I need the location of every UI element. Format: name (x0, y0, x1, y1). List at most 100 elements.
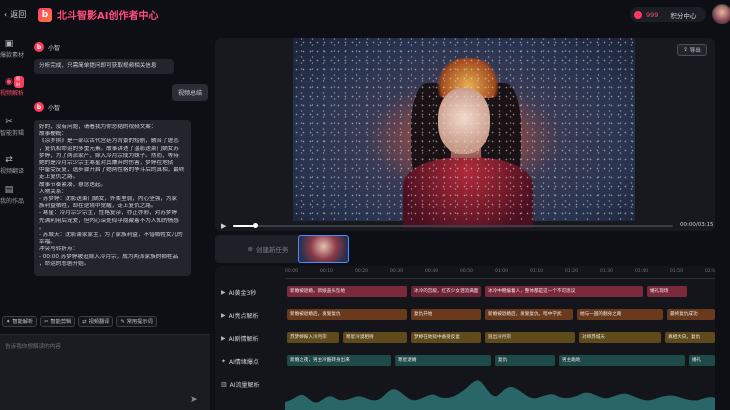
timeline-clip[interactable]: 新婚被退婚，新娘盖头坠地 (287, 286, 407, 297)
timeline-clip[interactable]: 梦婷在地狱中备受反复 (411, 332, 481, 343)
summary-line: 中备受反复，逃步骤开启了她两性格的争斗后的真相，最终 (39, 167, 185, 174)
ruler-tick: 01:20 (565, 269, 578, 274)
track-label[interactable]: ▶ AI剧情解析 (221, 334, 259, 343)
sidebar-item-media[interactable]: ▣ 爆款素材 (0, 38, 24, 64)
sidebar-item-label: 视频翻译 (0, 168, 24, 175)
progress-knob[interactable] (253, 223, 258, 228)
bot-avatar-icon: b (34, 42, 44, 52)
summary-line: ，命运的悲剧开始。 (39, 260, 90, 267)
quick-smart-edit-button[interactable]: ✂ 智能剪辑 (40, 316, 76, 327)
timeline-clip[interactable]: 对峙苏城天 (579, 332, 661, 343)
summary-line: ，复仇和命运的多重元素。故事讲述了温影送萧门嫡女苏 (39, 145, 179, 152)
track-label[interactable]: ▶ AI黄金3秒 (221, 288, 256, 297)
quick-action-label: 智能解析 (12, 319, 34, 325)
media-icon: ▣ (4, 39, 14, 49)
sidebar-item-analysis[interactable]: ◉ 限时 视频解析 (0, 76, 24, 102)
ruler-tick: 01:00 (495, 269, 508, 274)
video-frame[interactable] (293, 38, 635, 228)
chevron-left-icon: ‹ (4, 10, 8, 19)
chat-input-box[interactable]: 告诉我你想解读的内容 ➤ (0, 334, 210, 410)
player-controls: ▶ 00:00/03:15 (215, 221, 715, 231)
bulb-icon: ✦ (221, 358, 227, 365)
credits-center-label: 积分中心 (670, 11, 697, 20)
export-icon: ⇪ (683, 47, 688, 53)
bot-header: b 小智 (34, 42, 60, 52)
track-label-text: AI情绪爆点 (229, 359, 259, 366)
summary-line: - 苏梦婷：沈影送萧门嫡女，外柔里弱，内心坚强，为家 (39, 196, 178, 203)
timeline-clip[interactable]: 新婚被退婚后，发誓复仇，暗中学武 (485, 309, 573, 320)
ruler-tick: 01:10 (530, 269, 543, 274)
send-icon[interactable]: ➤ (190, 395, 198, 405)
summary-line: - 00:00 苏梦婷被迫嫁入冷月宗，成为两派家族的牺牲品 (39, 253, 179, 260)
summary-line: 人物关系： (39, 188, 67, 195)
timeline-clip[interactable]: 苏梦婷嫁入冷月宗 (287, 332, 339, 343)
ruler-tick: 00:00 (285, 269, 298, 274)
progress-bar[interactable] (233, 223, 673, 228)
prompt-icon: ✎ (120, 318, 125, 325)
timeline-clip[interactable]: 冰冷的宫殿，红衣少女泪流满面 (411, 286, 481, 297)
app-title: 北斗智影AI创作者中心 (57, 11, 159, 22)
video-player: ⇪ 导出 ▶ 00:00/03:15 (215, 38, 715, 231)
credits-center-button[interactable]: 999 积分中心 (630, 7, 706, 22)
sidebar-item-edit[interactable]: ✂ 智能剪辑 (0, 116, 24, 142)
quick-prompts-button[interactable]: ✎ 常用提示词 (116, 316, 157, 327)
sidebar-item-works[interactable]: ▤ 我的作品 (0, 184, 24, 210)
timeline-clip[interactable]: 冰冷中瞪编着人，整体都是这一个不可思议 (485, 286, 643, 297)
timeline-track: ▶ AI亮点解析 新婚被退婚后，发誓复仇 复仇开始 新婚被退婚后，发誓复仇，暗中学武 她与… (215, 306, 715, 324)
sidebar-item-translate[interactable]: ⇄ 视频翻译 (0, 154, 24, 180)
time-display: 00:00/03:15 (680, 222, 714, 228)
summary-line: 先满利用后宠爱，但内心深处似乎隐藏着不为人知的情感 (39, 217, 179, 224)
ruler-tick: 00:20 (355, 269, 368, 274)
play-icon: ▶ (221, 312, 226, 319)
back-button[interactable]: ‹ 返回 (4, 9, 26, 20)
track-label[interactable]: ▥ AI流量解析 (221, 380, 260, 389)
timeline-clip[interactable]: 真相大白，复仇 (665, 332, 715, 343)
track-label[interactable]: ▶ AI亮点解析 (221, 311, 259, 320)
play-icon: ▶ (221, 289, 226, 296)
progress-fill (233, 225, 255, 227)
quick-smart-analysis-button[interactable]: ✦ 智能解析 (2, 316, 38, 327)
credits-value: 999 (646, 10, 659, 19)
time-ruler: 00:00 00:10 00:20 00:30 00:40 00:50 01:00 01:10… (285, 269, 715, 277)
timeline-clip[interactable]: 寒星冷漠相待 (343, 332, 407, 343)
traffic-waveform (285, 380, 715, 410)
plus-icon: ⊕ (247, 245, 253, 253)
user-avatar[interactable] (712, 4, 730, 24)
ruler-tick: 01:50 (670, 269, 683, 274)
back-label: 返回 (10, 10, 27, 19)
timeline-clip[interactable]: 最终复仇成功 (667, 309, 715, 320)
bot-name: 小智 (48, 104, 61, 112)
quick-action-label: 视频翻译 (88, 319, 110, 325)
quick-action-label: 智能剪辑 (50, 319, 72, 325)
timeline-clip[interactable]: 复仇开始 (411, 309, 481, 320)
timeline-track: ▶ AI黄金3秒 新婚被退婚，新娘盖头坠地 冰冷的宫殿，红衣少女泪流满面 冰冷中瞪编着人… (215, 283, 715, 301)
scissors-icon: ✂ (5, 117, 13, 127)
sparkle-icon: ✦ (6, 318, 11, 325)
export-button[interactable]: ⇪ 导出 (677, 44, 707, 56)
ruler-tick: 00:30 (390, 269, 403, 274)
play-icon[interactable]: ▶ (221, 222, 226, 230)
timeline-clip[interactable]: 她与一国的翻身之路 (577, 309, 663, 320)
limited-badge: 限时 (14, 76, 24, 88)
message-text: 分析完成，只需简单提问即可获取视频相关信息 (39, 63, 157, 69)
message-text: 视频总结 (178, 90, 203, 97)
play-icon: ▶ (221, 335, 226, 342)
ruler-tick: 00:10 (320, 269, 333, 274)
timeline-clip[interactable]: 逃出冷月宗 (485, 332, 575, 343)
track-label-text: AI亮点解析 (228, 313, 259, 320)
chat-input-placeholder: 告诉我你想解读的内容 (5, 344, 61, 350)
user-message: 视频总结 (172, 84, 209, 101)
timeline-clip[interactable]: 新婚被退婚后，发誓复仇 (287, 309, 407, 320)
task-thumbnail[interactable] (298, 235, 349, 263)
summary-line: 故事梗概： (39, 131, 67, 138)
translate-icon: ⇄ (82, 318, 87, 325)
quick-translate-button[interactable]: ⇄ 视频翻译 (78, 316, 114, 327)
ruler-tick: 02:00 (705, 269, 715, 274)
track-label[interactable]: ✦ AI情绪爆点 (221, 357, 259, 366)
sidebar-item-label: 智能剪辑 (0, 130, 24, 137)
timeline-clip[interactable]: 婚礼现场 (647, 286, 687, 297)
summary-line: 《凉岁拼》是一部以古代宫廷为背景的短剧，融合了虐恋 (39, 138, 179, 145)
works-icon: ▤ (4, 185, 14, 195)
summary-line: - 寒星：冷月宗少宗主，性格复杂，亦正亦邪，对苏梦婷 (39, 210, 178, 217)
chat-panel: b 小智 分析完成，只需简单提问即可获取视频相关信息 视频总结 b 小智 好的，… (26, 34, 210, 314)
